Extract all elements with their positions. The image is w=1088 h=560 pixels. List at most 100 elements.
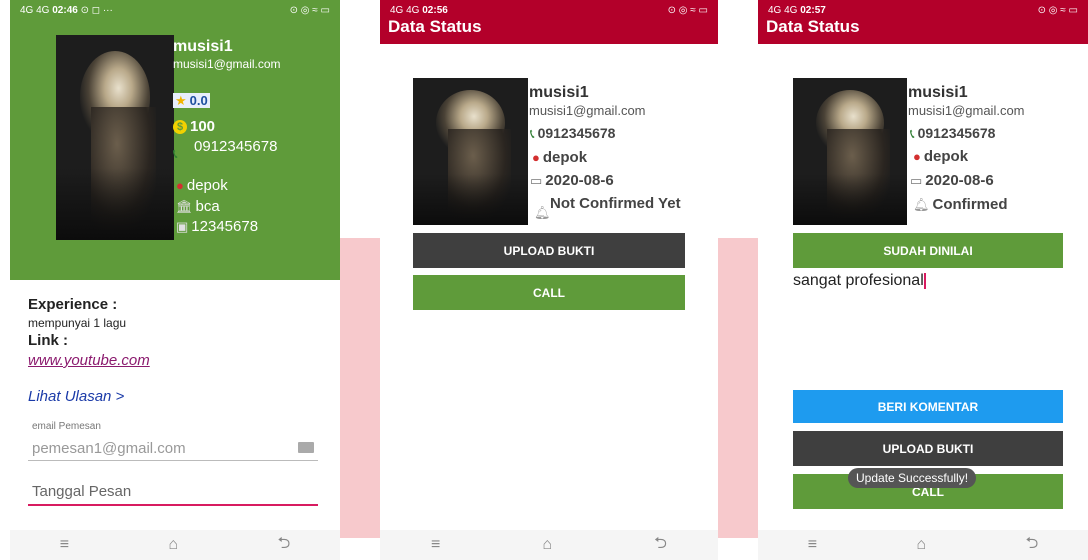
city-value: depok [186,177,228,194]
status-icons: ⊙ ◎ ≈ ▭ [1037,4,1078,16]
status-icons: ⊙ ◎ ≈ ▭ [667,4,708,16]
status-time: 02:57 [800,4,826,16]
coin-icon: $ [173,119,187,134]
comment-field[interactable]: sangat profesional [793,272,1063,294]
price-row: $ 100 [173,118,215,135]
bank-icon: 🏛︎ [176,199,193,214]
phone-icon: 📞︎ [173,146,178,161]
app-bar: 4G 4G 02:57 ⊙ ◎ ≈ ▭ Data Status [758,0,1088,44]
status-time: 02:56 [422,4,448,16]
account-value: 12345678 [191,218,259,235]
see-reviews-link[interactable]: Lihat Ulasan > [28,388,124,405]
back-icon[interactable]: ⮌ [1025,532,1038,559]
profile-name: musisi1 [908,84,968,101]
rating-row: ★ 0.0 [173,93,210,108]
screen-status-confirmed: 4G 4G 02:57 ⊙ ◎ ≈ ▭ Data Status musisi1 … [758,0,1088,560]
nav-bar: ≡ ⌂ ⮌ [10,530,340,560]
link-label: Link : [28,332,68,349]
status-row: 🔔︎ Confirmed [913,196,1008,213]
musician-photo [56,35,174,240]
rating-value: 0.0 [189,93,208,108]
city-row: ● depok [176,177,228,194]
city-value: depok [923,148,969,165]
date-row: ▭ 2020-08-6 [530,172,614,189]
email-field-value: pemesan1@gmail.com [32,440,186,457]
screen-status-unconfirmed: 4G 4G 02:56 ⊙ ◎ ≈ ▭ Data Status musisi1 … [380,0,718,560]
call-button[interactable]: CALL [413,275,685,310]
experience-label: Experience : [28,296,118,313]
already-rated-button[interactable]: SUDAH DINILAI [793,233,1063,268]
menu-icon[interactable]: ≡ [808,536,817,554]
phone-icon: 📞︎ [530,125,535,141]
location-pin-icon: ● [532,150,540,165]
upload-proof-button[interactable]: UPLOAD BUKTI [793,431,1063,466]
network-indicator: 4G 4G [768,4,798,16]
decor-strip-left [340,238,380,538]
phone-value: 0912345678 [917,125,996,141]
phone-icon: 📞︎ [910,125,915,141]
menu-icon[interactable]: ≡ [60,536,69,554]
profile-name: musisi1 [173,38,233,55]
date-value: 2020-08-6 [925,172,994,189]
date-field[interactable]: Tanggal Pesan [28,480,318,506]
bank-value: bca [195,198,220,215]
toast-message: Update Successfully! [848,468,977,488]
email-field[interactable]: pemesan1@gmail.com [28,436,318,461]
home-icon[interactable]: ⌂ [916,536,926,554]
give-comment-button[interactable]: BERI KOMENTAR [793,390,1063,423]
profile-email: musisi1@gmail.com [908,103,1025,118]
price-value: 100 [190,118,216,135]
location-pin-icon: ● [913,149,921,164]
city-value: depok [542,149,588,166]
star-icon: ★ [175,93,187,108]
text-cursor [923,272,926,289]
decor-strip-right [718,238,758,538]
city-row: ● depok [532,149,587,166]
status-extras: ⊙ ◻ ··· [80,4,113,16]
status-row: 🔔︎ Not Confirmed Yet [530,196,690,224]
date-value: 2020-08-6 [545,172,614,189]
upload-proof-button[interactable]: UPLOAD BUKTI [413,233,685,268]
status-icons: ⊙ ◎ ≈ ▭ [289,4,330,16]
home-icon[interactable]: ⌂ [542,536,552,554]
mail-icon [298,442,314,453]
youtube-link[interactable]: www.youtube.com [28,352,150,369]
bank-row: 🏛︎ bca [176,198,220,215]
date-field-placeholder: Tanggal Pesan [32,483,132,500]
profile-name: musisi1 [529,84,589,101]
status-value: Confirmed [932,196,1008,213]
experience-value: mempunyai 1 lagu [28,316,127,330]
date-row: ▭ 2020-08-6 [910,172,994,189]
phone-row: 📞︎ 0912345678 [530,125,615,141]
back-icon[interactable]: ⮌ [654,532,667,559]
home-icon[interactable]: ⌂ [168,536,178,554]
app-bar: 4G 4G 02:56 ⊙ ◎ ≈ ▭ Data Status [380,0,718,44]
network-indicator: 4G 4G [20,4,50,16]
card-icon: ▣ [176,219,189,234]
back-icon[interactable]: ⮌ [277,532,290,559]
calendar-icon: ▭ [910,173,923,188]
status-time: 02:46 [52,4,78,16]
location-pin-icon: ● [176,178,184,193]
bell-icon: 🔔︎ [913,197,930,212]
comment-text: sangat profesional [793,272,924,289]
profile-email: musisi1@gmail.com [529,103,646,118]
account-row: ▣ 12345678 [176,218,258,235]
network-indicator: 4G 4G [390,4,420,16]
phone-value: 0912345678 [537,125,616,141]
city-row: ● depok [913,148,968,165]
screen-musician-profile: 4G 4G 02:46 ⊙ ◻ ··· ⊙ ◎ ≈ ▭ musisi1 musi… [10,0,340,560]
nav-bar: ≡ ⌂ ⮌ [380,530,718,560]
status-value: Not Confirmed Yet [550,196,681,212]
bell-icon: 🔔︎ [534,205,551,220]
calendar-icon: ▭ [530,173,543,188]
menu-icon[interactable]: ≡ [431,536,440,554]
status-bar: 4G 4G 02:46 ⊙ ◻ ··· ⊙ ◎ ≈ ▭ [10,0,340,20]
email-field-label: email Pemesan [32,421,101,432]
page-title: Data Status [766,17,860,36]
page-title: Data Status [388,17,482,36]
musician-photo [793,78,907,225]
phone-row: 📞︎ 0912345678 [910,125,995,141]
musician-photo [413,78,528,225]
phone-value: 0912345678 [194,138,278,155]
